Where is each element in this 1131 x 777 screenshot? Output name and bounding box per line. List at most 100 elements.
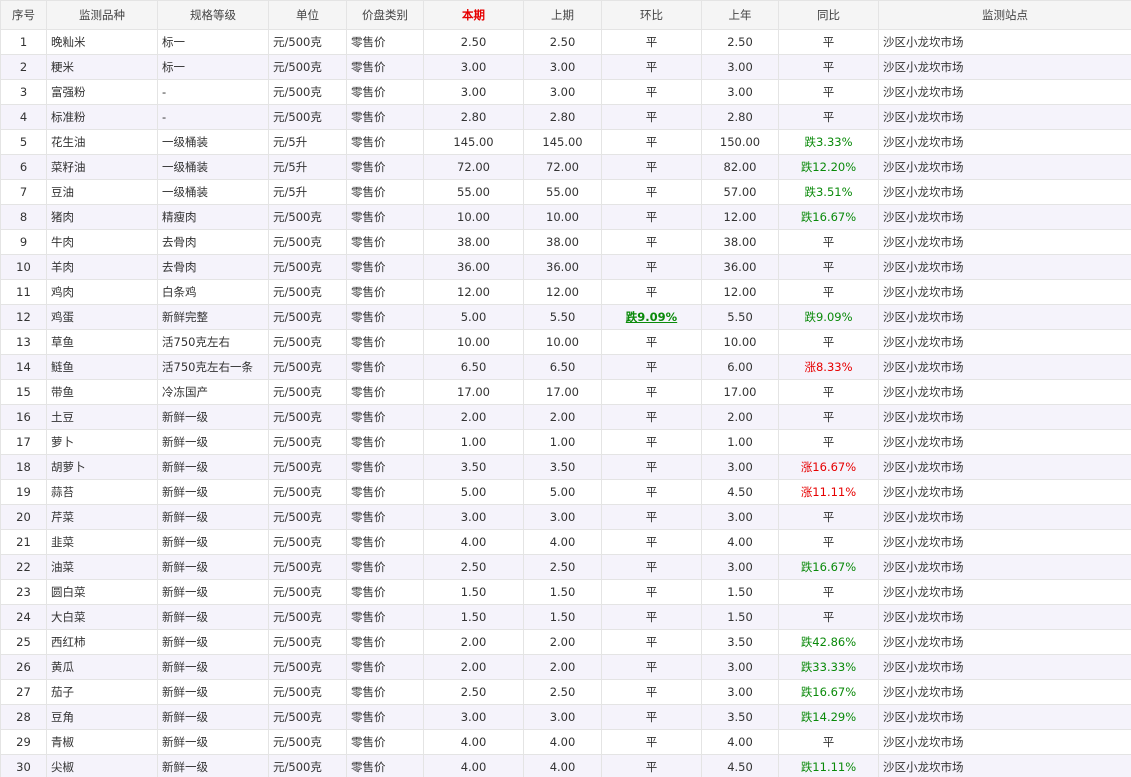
yoy-change-value: 跌16.67% [800, 560, 857, 574]
table-row[interactable]: 12 鸡蛋 新鲜完整 元/500克 零售价 5.00 5.50 跌9.09% 5.50 跌9.09… [0, 304, 1131, 330]
cell-previous: 2.50 [523, 554, 602, 580]
cell-station: 沙区小龙坎市场 [878, 254, 1131, 280]
cell-unit: 元/5升 [268, 179, 347, 205]
cell-mom: 平 [601, 29, 702, 55]
header-item[interactable]: 监测品种 [46, 0, 158, 30]
cell-unit: 元/500克 [268, 454, 347, 480]
cell-yoy: 跌16.67% [778, 554, 879, 580]
cell-item: 猪肉 [46, 204, 158, 230]
mom-change-value: 平 [645, 210, 658, 224]
table-row[interactable]: 23 圆白菜 新鲜一级 元/500克 零售价 1.50 1.50 平 1.50 平沙区小龙坎市场 [0, 579, 1131, 605]
cell-previous: 10.00 [523, 204, 602, 230]
header-price-type[interactable]: 价盘类别 [346, 0, 424, 30]
table-row[interactable]: 17 萝卜 新鲜一级 元/500克 零售价 1.00 1.00 平 1.00 平沙区小龙坎市场 [0, 429, 1131, 455]
table-row[interactable]: 24 大白菜 新鲜一级 元/500克 零售价 1.50 1.50 平 1.50 平沙区小龙坎市场 [0, 604, 1131, 630]
table-row[interactable]: 19 蒜苔 新鲜一级 元/500克 零售价 5.00 5.00 平 4.50 涨11.11% 沙区小… [0, 479, 1131, 505]
cell-yoy: 平 [778, 429, 879, 455]
cell-seq: 20 [0, 504, 47, 530]
cell-unit: 元/500克 [268, 404, 347, 430]
cell-mom: 平 [601, 479, 702, 505]
cell-item: 晚籼米 [46, 29, 158, 55]
table-row[interactable]: 4 标准粉 - 元/500克 零售价 2.80 2.80 平 2.80 平沙区小龙坎市场 [0, 104, 1131, 130]
cell-mom: 平 [601, 529, 702, 555]
cell-grade: 去骨肉 [157, 229, 269, 255]
table-row[interactable]: 21 韭菜 新鲜一级 元/500克 零售价 4.00 4.00 平 4.00 平沙区小龙坎市场 [0, 529, 1131, 555]
table-row[interactable]: 29 青椒 新鲜一级 元/500克 零售价 4.00 4.00 平 4.00 平沙区小龙坎市场 [0, 729, 1131, 755]
table-row[interactable]: 6 菜籽油 一级桶装 元/5升 零售价 72.00 72.00 平 82.00 跌12.20% 沙区… [0, 154, 1131, 180]
cell-last-year: 36.00 [701, 254, 779, 280]
cell-seq: 1 [0, 29, 47, 55]
cell-last-year: 6.00 [701, 354, 779, 380]
cell-price-type: 零售价 [346, 429, 424, 455]
cell-price-type: 零售价 [346, 104, 424, 130]
mom-change-value: 平 [645, 510, 658, 524]
yoy-change-value: 跌14.29% [800, 710, 857, 724]
table-row[interactable]: 1 晚籼米 标一 元/500克 零售价 2.50 2.50 平 2.50 平沙区小龙坎市场 [0, 29, 1131, 55]
table-row[interactable]: 2 粳米 标一 元/500克 零售价 3.00 3.00 平 3.00 平沙区小龙坎市场 [0, 54, 1131, 80]
table-row[interactable]: 18 胡萝卜 新鲜一级 元/500克 零售价 3.50 3.50 平 3.00 涨16.67% 沙区… [0, 454, 1131, 480]
table-row[interactable]: 7 豆油 一级桶装 元/5升 零售价 55.00 55.00 平 57.00 跌3.51% 沙区小龙… [0, 179, 1131, 205]
cell-price-type: 零售价 [346, 529, 424, 555]
cell-current: 6.50 [423, 354, 524, 380]
cell-current: 55.00 [423, 179, 524, 205]
cell-unit: 元/500克 [268, 629, 347, 655]
cell-unit: 元/5升 [268, 129, 347, 155]
header-unit[interactable]: 单位 [268, 0, 347, 30]
table-row[interactable]: 22 油菜 新鲜一级 元/500克 零售价 2.50 2.50 平 3.00 跌16.67% 沙区小… [0, 554, 1131, 580]
table-row[interactable]: 15 带鱼 冷冻国产 元/500克 零售价 17.00 17.00 平 17.00 平沙区小龙坎市… [0, 379, 1131, 405]
cell-seq: 24 [0, 604, 47, 630]
table-row[interactable]: 8 猪肉 精瘦肉 元/500克 零售价 10.00 10.00 平 12.00 跌16.67% 沙区… [0, 204, 1131, 230]
header-last-year[interactable]: 上年 [701, 0, 779, 30]
header-station[interactable]: 监测站点 [878, 0, 1131, 30]
cell-seq: 14 [0, 354, 47, 380]
table-row[interactable]: 11 鸡肉 白条鸡 元/500克 零售价 12.00 12.00 平 12.00 平沙区小龙坎市场 [0, 279, 1131, 305]
table-row[interactable]: 5 花生油 一级桶装 元/5升 零售价 145.00 145.00 平 150.00 跌3.33%… [0, 129, 1131, 155]
header-previous[interactable]: 上期 [523, 0, 602, 30]
cell-station: 沙区小龙坎市场 [878, 154, 1131, 180]
mom-change-value: 平 [645, 335, 658, 349]
header-mom[interactable]: 环比 [601, 0, 702, 30]
cell-station: 沙区小龙坎市场 [878, 729, 1131, 755]
mom-change-value: 平 [645, 635, 658, 649]
mom-change-value: 平 [645, 685, 658, 699]
cell-seq: 3 [0, 79, 47, 105]
cell-previous: 36.00 [523, 254, 602, 280]
cell-current: 3.00 [423, 54, 524, 80]
cell-last-year: 38.00 [701, 229, 779, 255]
cell-yoy: 平 [778, 229, 879, 255]
cell-previous: 3.00 [523, 504, 602, 530]
table-row[interactable]: 3 富强粉 - 元/500克 零售价 3.00 3.00 平 3.00 平沙区小龙坎市场 [0, 79, 1131, 105]
table-row[interactable]: 27 茄子 新鲜一级 元/500克 零售价 2.50 2.50 平 3.00 跌16.67% 沙区小… [0, 679, 1131, 705]
cell-previous: 38.00 [523, 229, 602, 255]
table-row[interactable]: 25 西红柿 新鲜一级 元/500克 零售价 2.00 2.00 平 3.50 跌42.86% 沙区… [0, 629, 1131, 655]
table-row[interactable]: 20 芹菜 新鲜一级 元/500克 零售价 3.00 3.00 平 3.00 平沙区小龙坎市场 [0, 504, 1131, 530]
cell-grade: 新鲜一级 [157, 679, 269, 705]
cell-grade: 新鲜一级 [157, 729, 269, 755]
cell-last-year: 82.00 [701, 154, 779, 180]
table-body: 1 晚籼米 标一 元/500克 零售价 2.50 2.50 平 2.50 平沙区小龙坎市场 2 粳米标… [0, 29, 1131, 777]
table-row[interactable]: 16 土豆 新鲜一级 元/500克 零售价 2.00 2.00 平 2.00 平沙区小龙坎市场 [0, 404, 1131, 430]
cell-station: 沙区小龙坎市场 [878, 479, 1131, 505]
cell-previous: 3.00 [523, 54, 602, 80]
header-current[interactable]: 本期 [423, 0, 524, 30]
cell-item: 圆白菜 [46, 579, 158, 605]
table-row[interactable]: 13 草鱼 活750克左右 元/500克 零售价 10.00 10.00 平 10.00 平沙区小… [0, 329, 1131, 355]
cell-price-type: 零售价 [346, 754, 424, 777]
cell-price-type: 零售价 [346, 629, 424, 655]
table-row[interactable]: 30 尖椒 新鲜一级 元/500克 零售价 4.00 4.00 平 4.50 跌11.11% 沙区小… [0, 754, 1131, 777]
table-row[interactable]: 26 黄瓜 新鲜一级 元/500克 零售价 2.00 2.00 平 3.00 跌33.33% 沙区小… [0, 654, 1131, 680]
cell-station: 沙区小龙坎市场 [878, 679, 1131, 705]
table-row[interactable]: 14 鲢鱼 活750克左右一条 元/500克 零售价 6.50 6.50 平 6.00 涨8.33… [0, 354, 1131, 380]
cell-mom: 平 [601, 229, 702, 255]
cell-previous: 17.00 [523, 379, 602, 405]
header-seq[interactable]: 序号 [0, 0, 47, 30]
table-row[interactable]: 10 羊肉 去骨肉 元/500克 零售价 36.00 36.00 平 36.00 平沙区小龙坎市场 [0, 254, 1131, 280]
mom-change-value: 平 [645, 710, 658, 724]
header-grade[interactable]: 规格等级 [157, 0, 269, 30]
cell-seq: 21 [0, 529, 47, 555]
cell-seq: 9 [0, 229, 47, 255]
header-yoy[interactable]: 同比 [778, 0, 879, 30]
mom-change-value: 平 [645, 160, 658, 174]
table-row[interactable]: 9 牛肉 去骨肉 元/500克 零售价 38.00 38.00 平 38.00 平沙区小龙坎市场 [0, 229, 1131, 255]
table-row[interactable]: 28 豆角 新鲜一级 元/500克 零售价 3.00 3.00 平 3.50 跌14.29% 沙区小… [0, 704, 1131, 730]
